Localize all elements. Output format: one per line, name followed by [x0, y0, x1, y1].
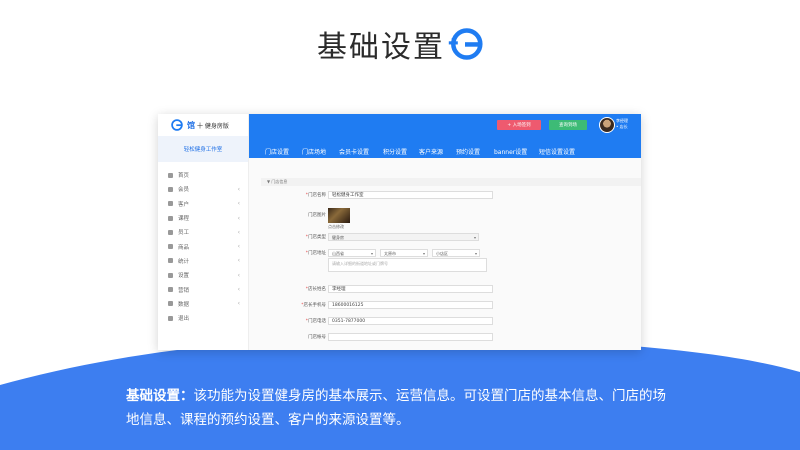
chevron-icon: ‹: [237, 200, 240, 208]
sidebar-item-label: 会员: [178, 187, 190, 194]
data-icon: [168, 301, 173, 307]
app-logo: 馆 十 健身房版: [158, 114, 248, 136]
sidebar-item-0[interactable]: 首页: [158, 168, 248, 182]
sidebar-item-8[interactable]: 营销 ‹: [158, 282, 248, 296]
manager-phone-label: *店长手机号: [301, 303, 326, 308]
sidebar-item-label: 首页: [178, 173, 190, 180]
user-role: • 店长: [616, 124, 628, 129]
store-phone-label: *门店电话: [305, 319, 326, 324]
city-select[interactable]: 太原市 ▾: [380, 249, 428, 257]
store-type-select[interactable]: 健身房 ▾: [328, 233, 479, 241]
store-name-label: *门店名称: [305, 193, 326, 198]
slide-caption: 基础设置：该功能为设置健身房的基本展示、运营信息。可设置门店的基本信息、门店的场…: [0, 386, 800, 431]
tab-store-venue[interactable]: 门店场地: [302, 147, 326, 156]
logout-icon: [168, 315, 173, 321]
chevron-icon: ‹: [237, 300, 240, 308]
caption-head: 基础设置：: [126, 388, 194, 404]
store-account-label: 门店帐号: [308, 335, 326, 340]
home-icon: [168, 172, 173, 178]
chevron-icon: ‹: [237, 271, 240, 279]
course-icon: [168, 215, 173, 221]
brand-logo-icon: [448, 28, 483, 60]
chevron-icon: ‹: [237, 257, 240, 265]
tab-card-settings[interactable]: 会员卡设置: [339, 147, 369, 156]
tab-sms-settings[interactable]: 短信设置设置: [539, 147, 575, 156]
chevron-down-icon: ▾: [474, 251, 477, 256]
app-screenshot: 馆 十 健身房版 轻松健身工作室 首页会员 ‹ 客户 ‹ 课程 ‹ 员工 ‹ 商品 ‹ 统计 ‹ 设置 ‹…: [158, 114, 641, 350]
sidebar-item-9[interactable]: 数据 ‹: [158, 297, 248, 311]
sidebar-item-label: 数据: [178, 301, 190, 308]
logo-icon: [171, 119, 183, 131]
query-button[interactable]: 查询到场: [549, 120, 587, 130]
sidebar-nav: 首页 会员 ‹ 客户 ‹ 课程 ‹ 员工 ‹ 商品 ‹ 统计 ‹ 设置 ‹ 营销 ‹ 数据 ‹ 退出: [158, 168, 248, 325]
sidebar-item-1[interactable]: 会员 ‹: [158, 182, 248, 196]
chevron-icon: ‹: [237, 228, 240, 236]
district-select[interactable]: 小店区 ▾: [432, 249, 480, 257]
settings-tabs: 门店设置 门店场地 会员卡设置 积分设置 客户来源 预约设置 banner设置 …: [249, 136, 641, 159]
tab-banner-settings[interactable]: banner设置: [494, 147, 527, 156]
studio-name[interactable]: 轻松健身工作室: [158, 136, 248, 162]
sidebar-item-label: 设置: [178, 273, 190, 280]
marketing-icon: [168, 287, 173, 293]
sidebar-item-label: 客户: [178, 201, 190, 208]
user-info[interactable]: 李经理 • 店长: [616, 118, 628, 130]
chevron-icon: ‹: [237, 286, 240, 294]
manager-label: *店长姓名: [305, 287, 326, 292]
sidebar-item-label: 营销: [178, 287, 190, 294]
sidebar-item-6[interactable]: 统计 ‹: [158, 254, 248, 268]
caption-line-1: 该功能为设置健身房的基本展示、运营信息。可设置门店的基本信息、门店的场: [193, 388, 667, 404]
chevron-down-icon: ▾: [370, 251, 373, 256]
address-label: *门店地址: [305, 251, 326, 256]
gear-icon: [168, 272, 173, 278]
chevron-down-icon: ▾: [422, 251, 425, 256]
store-type-label: *门店类型: [305, 235, 326, 240]
store-image-hint[interactable]: 点击修改: [328, 224, 344, 230]
stats-icon: [168, 258, 173, 264]
avatar[interactable]: [599, 117, 615, 133]
tab-booking-settings[interactable]: 预约设置: [456, 147, 480, 156]
store-name-field[interactable]: 轻松健身工作室: [328, 191, 493, 199]
members-icon: [168, 186, 173, 192]
sidebar-item-label: 统计: [178, 258, 190, 265]
sidebar-item-7[interactable]: 设置 ‹: [158, 268, 248, 282]
manager-phone-field[interactable]: 18600016125: [328, 301, 493, 309]
section-header[interactable]: ▼ 门店信息: [261, 178, 641, 186]
slide-title: 基础设置: [0, 22, 800, 66]
chevron-down-icon: ▾: [473, 235, 476, 240]
user-add-icon: [168, 201, 173, 207]
chevron-icon: ‹: [237, 243, 240, 251]
sidebar-item-label: 员工: [178, 230, 190, 237]
tab-customer-source[interactable]: 客户来源: [419, 147, 443, 156]
province-select[interactable]: 山西省 ▾: [328, 249, 376, 257]
sidebar-item-10[interactable]: 退出: [158, 311, 248, 325]
sidebar-item-label: 课程: [178, 216, 190, 223]
sidebar-item-3[interactable]: 课程 ‹: [158, 211, 248, 225]
sidebar-item-2[interactable]: 客户 ‹: [158, 197, 248, 211]
checkin-button[interactable]: + 入场签到: [497, 120, 541, 130]
sidebar: 馆 十 健身房版 轻松健身工作室 首页会员 ‹ 客户 ‹ 课程 ‹ 员工 ‹ 商品 ‹ 统计 ‹ 设置 ‹…: [158, 114, 249, 350]
store-image-label: 门店图片: [308, 213, 326, 218]
manager-name-field[interactable]: 李经理: [328, 285, 493, 293]
chevron-icon: ‹: [237, 214, 240, 222]
chevron-icon: ‹: [237, 185, 240, 193]
sidebar-item-4[interactable]: 员工 ‹: [158, 225, 248, 239]
address-detail-input[interactable]: 请输入详细的街道地址或门牌号: [328, 258, 487, 272]
logo-text: 馆: [187, 120, 195, 130]
main-content: ▼ 门店信息 *门店名称 轻松健身工作室 门店图片 点击修改 *门店类型 健身房…: [249, 158, 641, 350]
slide-title-text: 基础设置: [317, 30, 445, 65]
logo-subtitle: 十 健身房版: [197, 122, 229, 130]
sidebar-item-label: 退出: [178, 316, 190, 323]
staff-icon: [168, 229, 173, 235]
caption-line-2: 地信息、课程的预约设置、客户的来源设置等。: [126, 412, 410, 428]
sidebar-item-label: 商品: [178, 244, 190, 251]
top-bar: + 入场签到 查询到场 李经理 • 店长: [249, 114, 641, 136]
store-image-thumbnail[interactable]: [328, 208, 350, 223]
store-phone-field[interactable]: 0351-7877000: [328, 317, 493, 325]
store-account-field[interactable]: [328, 333, 493, 341]
sidebar-item-5[interactable]: 商品 ‹: [158, 239, 248, 253]
tab-points-settings[interactable]: 积分设置: [383, 147, 407, 156]
goods-icon: [168, 244, 173, 250]
